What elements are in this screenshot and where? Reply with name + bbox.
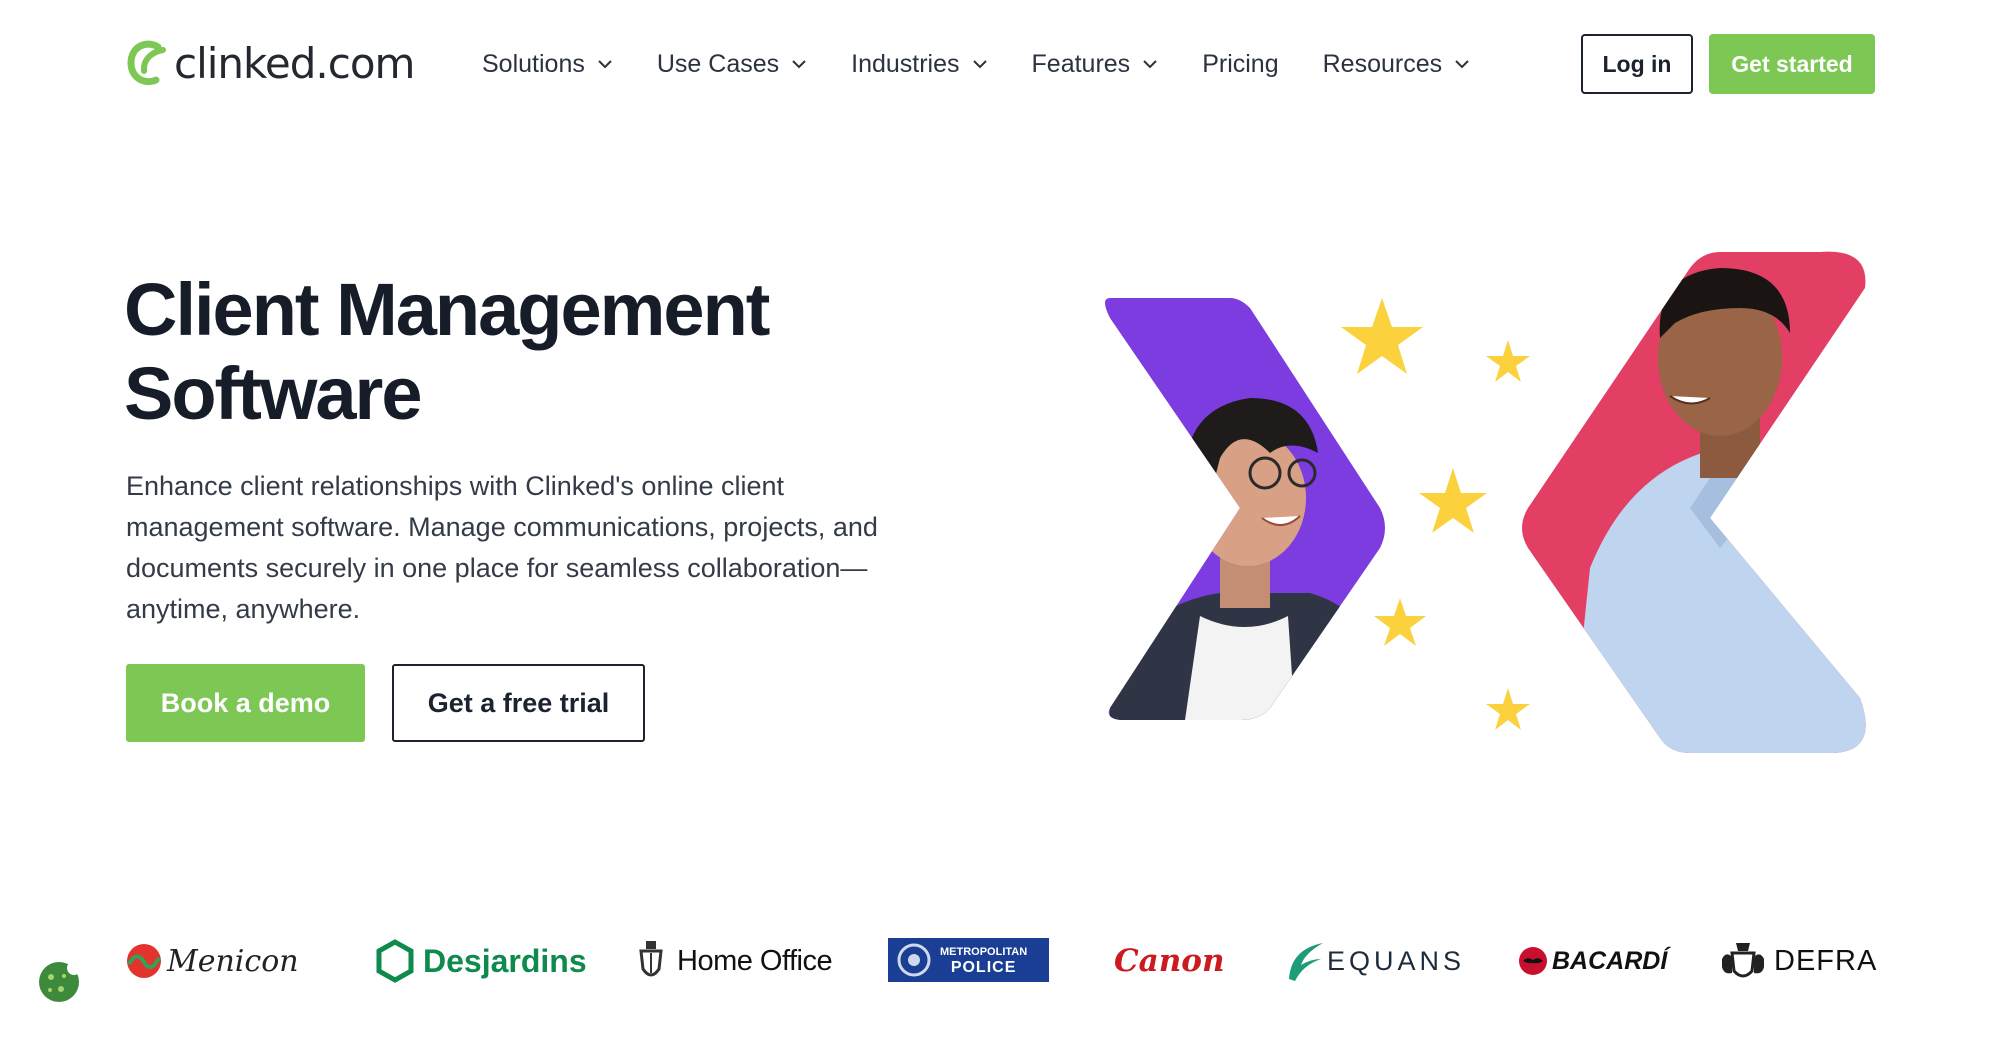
- brand-desjardins: Desjardins: [375, 936, 587, 986]
- brand-equans: EQUANS: [1283, 936, 1465, 986]
- nav-label: Pricing: [1202, 49, 1279, 78]
- royal-crest-icon: [1722, 943, 1764, 978]
- star-icon: [1341, 298, 1423, 374]
- star-icon: [1486, 340, 1530, 382]
- chevron-down-icon: [792, 60, 806, 69]
- brand-name: BACARDÍ: [1552, 946, 1668, 975]
- free-trial-button[interactable]: Get a free trial: [392, 664, 645, 742]
- site-logo[interactable]: clinked.com: [125, 38, 415, 88]
- chevron-down-icon: [1455, 60, 1469, 69]
- hexagon-logo-icon: [376, 939, 414, 983]
- brand-menicon: Menicon: [125, 936, 299, 986]
- nav-use-cases[interactable]: Use Cases: [657, 50, 807, 79]
- equans-logo-icon: [1289, 943, 1323, 981]
- brand-name: DEFRA: [1774, 944, 1878, 977]
- client-logos: Menicon Desjardins Home Office METROPOLI…: [0, 920, 2000, 1000]
- nav-solutions[interactable]: Solutions: [482, 50, 613, 79]
- brand-name: EQUANS: [1327, 945, 1466, 976]
- main-nav: Solutions Use Cases Industries Features …: [482, 44, 1514, 84]
- nav-label: Resources: [1322, 49, 1443, 78]
- brand-name-line1: METROPOLITAN: [940, 946, 1028, 958]
- brand-name: Desjardins: [423, 942, 587, 979]
- brand-name: Menicon: [167, 943, 299, 979]
- brand-home-office: Home Office: [637, 936, 833, 986]
- book-demo-button[interactable]: Book a demo: [126, 664, 365, 742]
- login-button[interactable]: Log in: [1581, 34, 1693, 94]
- police-crest-icon: [897, 943, 931, 977]
- bat-logo-icon: [1519, 947, 1547, 975]
- hero-title: Client Management Software: [124, 268, 884, 436]
- chevron-down-icon: [598, 60, 612, 69]
- clinked-logo-icon: [127, 40, 166, 86]
- logo-text: clinked.com: [174, 38, 415, 88]
- nav-pricing[interactable]: Pricing: [1202, 50, 1278, 79]
- nav-label: Industries: [851, 49, 960, 78]
- brand-defra: DEFRA: [1718, 936, 1877, 986]
- get-started-button[interactable]: Get started: [1709, 34, 1875, 94]
- brand-name-line2: POLICE: [950, 959, 1017, 976]
- hero-description: Enhance client relationships with Clinke…: [126, 471, 878, 624]
- crest-icon: [639, 941, 663, 977]
- chevron-down-icon: [972, 60, 987, 69]
- brand-name: Canon: [1114, 943, 1225, 979]
- nav-resources[interactable]: Resources: [1323, 50, 1471, 79]
- brand-bacardi: BACARDÍ: [1518, 936, 1667, 986]
- cookie-icon[interactable]: [36, 958, 82, 1004]
- nav-label: Solutions: [482, 49, 585, 78]
- nav-industries[interactable]: Industries: [851, 50, 987, 79]
- nav-label: Use Cases: [656, 49, 780, 78]
- nav-features[interactable]: Features: [1032, 50, 1159, 79]
- hero-illustration: [1105, 251, 1866, 754]
- star-icon: [1486, 688, 1530, 730]
- menicon-logo-icon: [127, 944, 161, 978]
- brand-metropolitan-police: METROPOLITAN POLICE: [888, 938, 1049, 982]
- hero-title-line1: Client Management: [124, 268, 770, 351]
- star-icon: [1419, 468, 1487, 533]
- brand-canon: Canon: [1114, 936, 1225, 986]
- nav-label: Features: [1031, 49, 1131, 78]
- site-header: clinked.com Solutions Use Cases Industri…: [0, 0, 2000, 128]
- star-icon: [1374, 598, 1426, 646]
- brand-name: Home Office: [677, 944, 833, 977]
- chevron-down-icon: [1143, 60, 1157, 69]
- hero-title-line2: Software: [124, 352, 423, 435]
